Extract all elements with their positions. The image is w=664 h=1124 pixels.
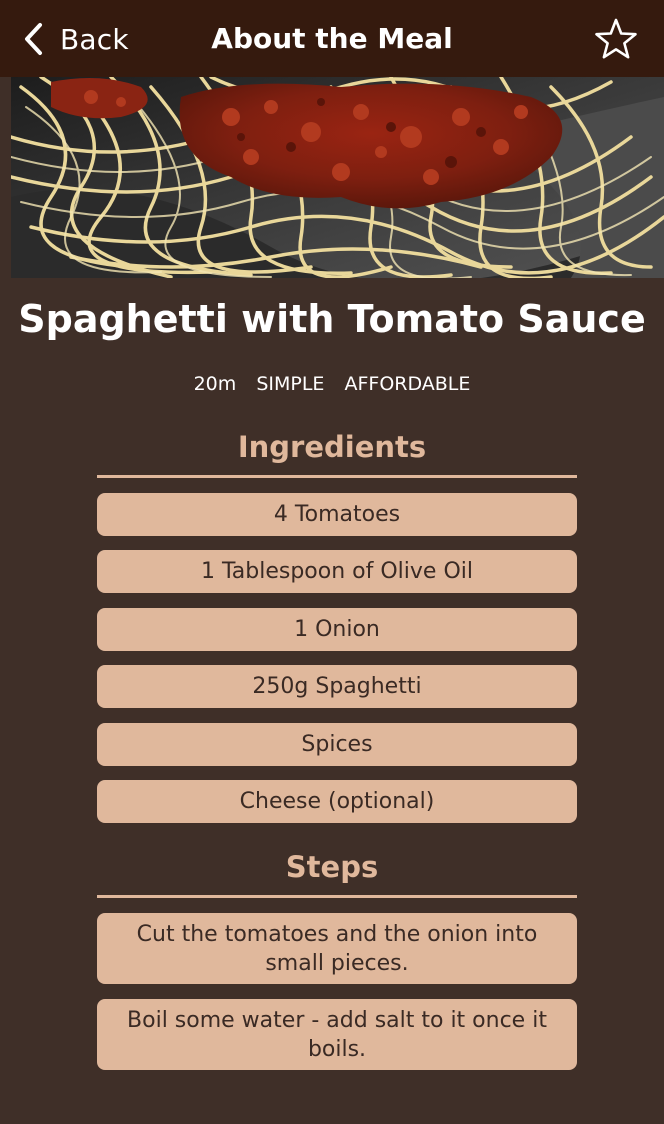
star-outline-icon: [595, 18, 637, 59]
meal-meta: 20m SIMPLE AFFORDABLE: [0, 370, 664, 398]
meal-image: [11, 77, 664, 278]
steps-heading: Steps: [285, 850, 379, 884]
meal-detail-screen: Back About the Meal Spaghetti with Tomat…: [0, 0, 664, 1124]
nav-header: Back About the Meal: [0, 0, 664, 77]
meal-title: Spaghetti with Tomato Sauce: [18, 297, 646, 341]
favorite-button[interactable]: [594, 17, 638, 61]
ingredient-item: 1 Tablespoon of Olive Oil: [97, 550, 577, 593]
meal-duration: 20m: [193, 373, 237, 395]
ingredient-item: Spices: [97, 723, 577, 766]
ingredients-divider: [97, 475, 577, 478]
ingredient-item: 1 Onion: [97, 608, 577, 651]
step-item: Boil some water - add salt to it once it…: [97, 999, 577, 1070]
ingredients-heading: Ingredients: [237, 430, 427, 464]
meal-complexity: SIMPLE: [256, 373, 325, 395]
chevron-left-icon: [22, 21, 46, 57]
steps-divider: [97, 895, 577, 898]
ingredient-item: 250g Spaghetti: [97, 665, 577, 708]
meal-affordability: AFFORDABLE: [344, 373, 471, 395]
back-button[interactable]: Back: [22, 18, 129, 60]
step-item: Cut the tomatoes and the onion into smal…: [97, 913, 577, 984]
ingredient-item: 4 Tomatoes: [97, 493, 577, 536]
back-label: Back: [60, 22, 129, 56]
ingredient-item: Cheese (optional): [97, 780, 577, 823]
